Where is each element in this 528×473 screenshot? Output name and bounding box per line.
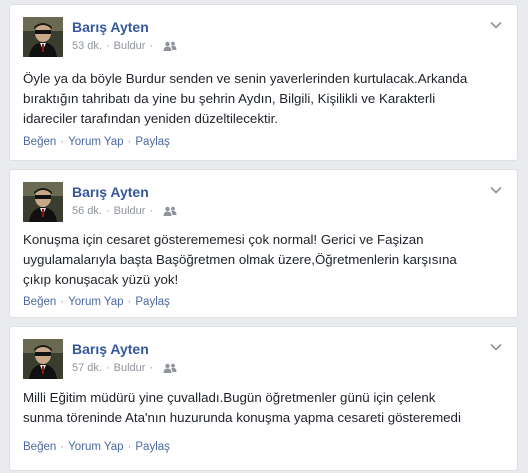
post-text: Milli Eğitim müdürü yine çuvalladı.Bugün… — [23, 388, 505, 428]
meta-separator: · — [149, 40, 154, 52]
avatar[interactable] — [23, 17, 63, 57]
post-text-line: çıkıp konuşacak yüzü yok! — [23, 272, 179, 287]
post-meta: 57 dk. · Buldur · — [72, 362, 177, 374]
post-text-line: Öyle ya da böyle Burdur senden ve senin … — [23, 71, 468, 86]
action-separator: · — [60, 136, 65, 148]
chevron-down-icon[interactable] — [489, 17, 503, 29]
post-text: Konuşma için cesaret gösterememesi çok n… — [23, 230, 505, 290]
avatar[interactable] — [23, 339, 63, 379]
post-actions: Beğen · Yorum Yap · Paylaş — [23, 441, 170, 453]
post-meta: 53 dk. · Buldur · — [72, 40, 177, 52]
post-location[interactable]: Buldur — [114, 362, 146, 374]
meta-separator: · — [105, 40, 110, 52]
chevron-down-icon[interactable] — [489, 339, 503, 351]
chevron-down-icon[interactable] — [489, 182, 503, 194]
share-link[interactable]: Paylaş — [135, 136, 170, 148]
post-text-line: sunma töreninde Ata'nın huzurunda konuşm… — [23, 410, 461, 425]
action-separator: · — [127, 296, 132, 308]
friends-icon[interactable] — [163, 206, 177, 216]
post-text-line: Milli Eğitim müdürü yine çuvalladı.Bugün… — [23, 390, 436, 405]
action-separator: · — [127, 441, 132, 453]
post-text-line: uygulamalarıyla başta Başöğretmen olmak … — [23, 252, 457, 267]
action-separator: · — [60, 441, 65, 453]
meta-separator: · — [105, 205, 110, 217]
post-card: Barış Ayten 56 dk. · Buldur · Konuşma iç… — [9, 169, 518, 318]
post-location[interactable]: Buldur — [114, 205, 146, 217]
friends-icon[interactable] — [163, 41, 177, 51]
post-location[interactable]: Buldur — [114, 40, 146, 52]
post-time[interactable]: 56 dk. — [72, 205, 102, 217]
post-time[interactable]: 53 dk. — [72, 40, 102, 52]
like-link[interactable]: Beğen — [23, 296, 56, 308]
comment-link[interactable]: Yorum Yap — [68, 296, 123, 308]
post-text-line: idareciler tarafından yeniden düzeltilec… — [23, 111, 279, 126]
post-meta: 56 dk. · Buldur · — [72, 205, 177, 217]
post-actions: Beğen · Yorum Yap · Paylaş — [23, 136, 170, 148]
friends-icon[interactable] — [163, 363, 177, 373]
post-card: Barış Ayten 57 dk. · Buldur · Milli Eğit… — [9, 326, 518, 471]
author-name[interactable]: Barış Ayten — [72, 184, 149, 200]
action-separator: · — [60, 296, 65, 308]
meta-separator: · — [149, 362, 154, 374]
meta-separator: · — [105, 362, 110, 374]
comment-link[interactable]: Yorum Yap — [68, 136, 123, 148]
author-name[interactable]: Barış Ayten — [72, 19, 149, 35]
avatar[interactable] — [23, 182, 63, 222]
action-separator: · — [127, 136, 132, 148]
share-link[interactable]: Paylaş — [135, 296, 170, 308]
post-actions: Beğen · Yorum Yap · Paylaş — [23, 296, 170, 308]
author-name[interactable]: Barış Ayten — [72, 341, 149, 357]
post-text: Öyle ya da böyle Burdur senden ve senin … — [23, 69, 505, 129]
post-time[interactable]: 57 dk. — [72, 362, 102, 374]
post-card: Barış Ayten 53 dk. · Buldur · Öyle ya da… — [9, 4, 518, 161]
post-text-line: bıraktığın tahribatı da yine bu şehrin A… — [23, 91, 436, 106]
share-link[interactable]: Paylaş — [135, 441, 170, 453]
like-link[interactable]: Beğen — [23, 441, 56, 453]
like-link[interactable]: Beğen — [23, 136, 56, 148]
comment-link[interactable]: Yorum Yap — [68, 441, 123, 453]
post-text-line: Konuşma için cesaret gösterememesi çok n… — [23, 232, 424, 247]
meta-separator: · — [149, 205, 154, 217]
news-feed: Barış Ayten 53 dk. · Buldur · Öyle ya da… — [0, 0, 528, 473]
